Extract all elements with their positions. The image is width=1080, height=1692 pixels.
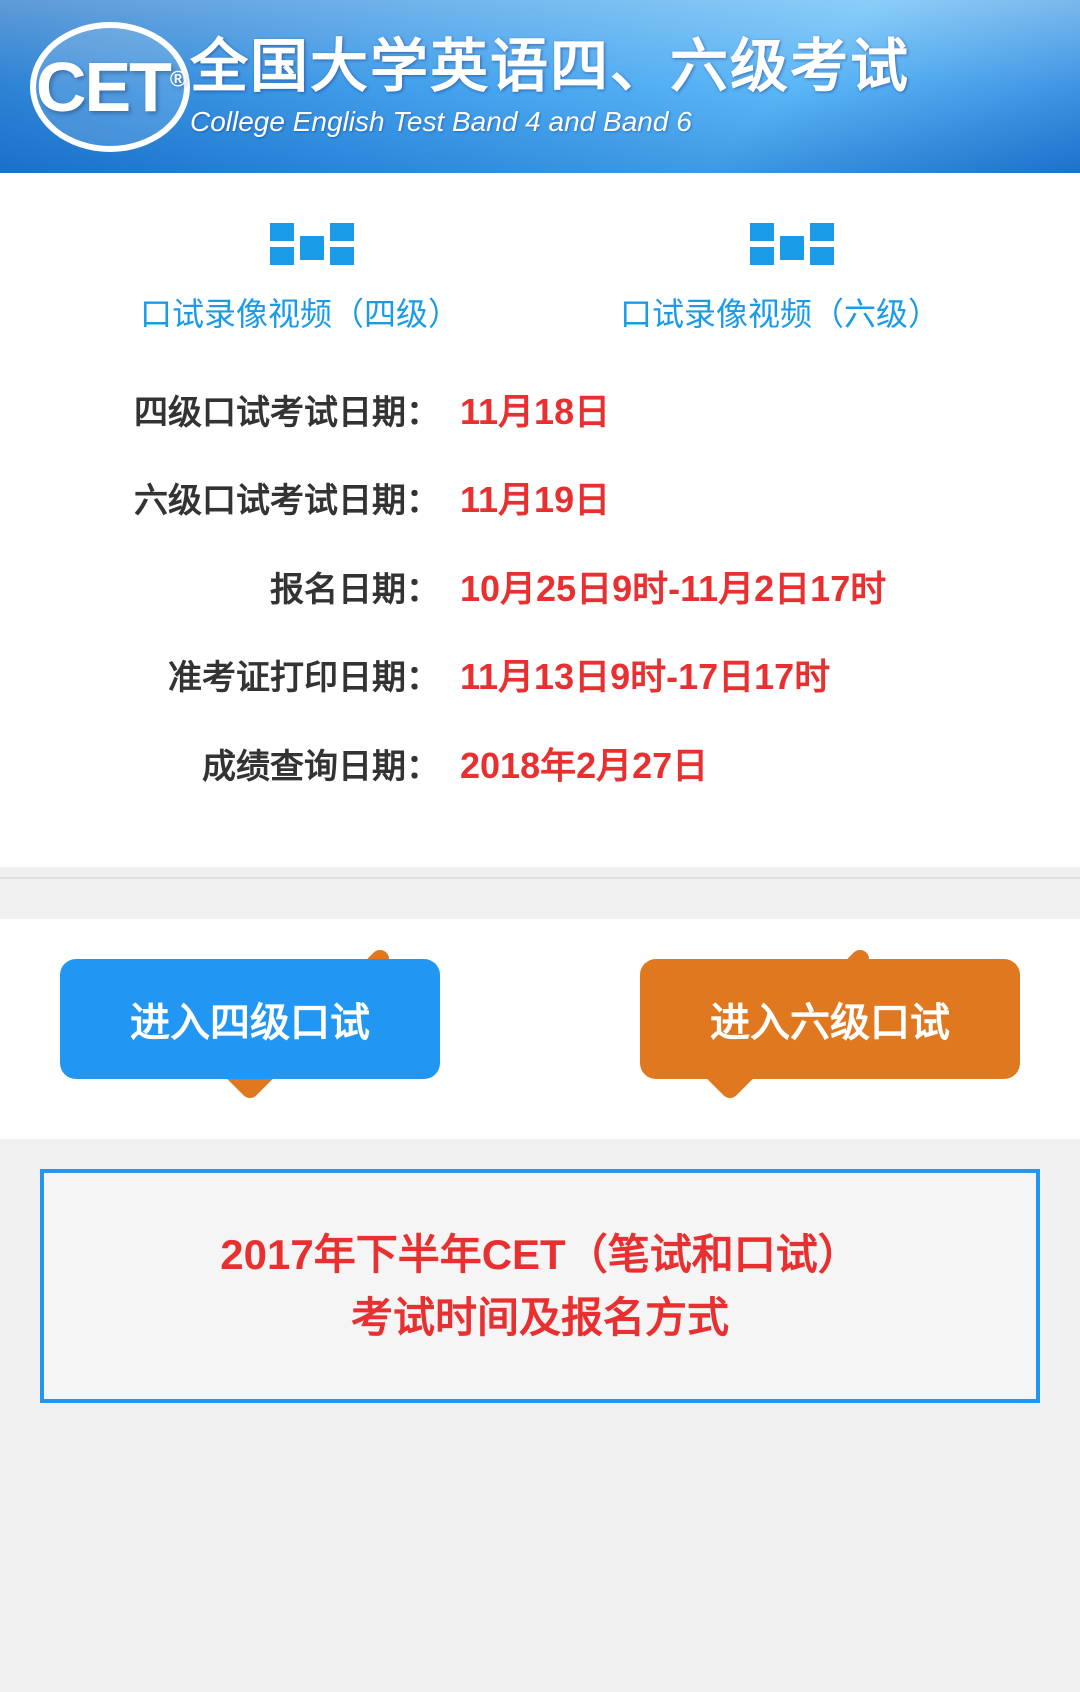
video-links-row: 口试录像视频（四级） 口试录像视频（六级） [60,223,1020,335]
bottom-banner[interactable]: 2017年下半年CET（笔试和口试） 考试时间及报名方式 [40,1169,1040,1403]
band6-date-label: 六级口试考试日期： [60,473,440,522]
icon-square-3 [330,223,354,241]
results-row: 成绩查询日期： 2018年2月27日 [60,739,1020,791]
band6-date-value: 11月19日 [460,475,1020,525]
results-label: 成绩查询日期： [60,739,440,788]
band4-date-value: 11月18日 [460,387,1020,437]
band6-enter-button[interactable]: 进入六级口试 [640,959,1020,1079]
cet-oval: CET® [30,22,190,152]
buttons-section: 进入四级口试 进入六级口试 [0,919,1080,1139]
icon-square-8 [810,247,834,265]
header-cn-title: 全国大学英语四、六级考试 [190,35,910,99]
icon-square-6 [750,247,774,265]
admit-row: 准考证打印日期： 11月13日9时-17日17时 [60,650,1020,702]
registration-value: 10月25日9时-11月2日17时 [460,564,1020,614]
band4-enter-button[interactable]: 进入四级口试 [60,959,440,1079]
info-table: 四级口试考试日期： 11月18日 六级口试考试日期： 11月19日 报名日期： … [60,385,1020,791]
icon-square-7 [810,223,834,241]
video-link-band4-label: 口试录像视频（四级） [140,289,460,335]
video-icon-band6 [750,223,810,273]
icon-square-4 [330,247,354,265]
section-divider [0,877,1080,879]
admit-label: 准考证打印日期： [60,650,440,699]
registration-label: 报名日期： [60,562,440,611]
video-link-band4[interactable]: 口试录像视频（四级） [140,223,460,335]
icon-square-2 [270,247,294,265]
header-banner: CET® 全国大学英语四、六级考试 College English Test B… [0,0,1080,173]
bottom-section: 2017年下半年CET（笔试和口试） 考试时间及报名方式 [0,1139,1080,1433]
cet-abbreviation: CET [36,48,170,126]
band4-date-row: 四级口试考试日期： 11月18日 [60,385,1020,437]
icon-square-tall [300,236,324,260]
icon-square-5 [750,223,774,241]
registered-mark: ® [170,66,184,91]
main-content: 口试录像视频（四级） 口试录像视频（六级） 四级口试考试日期： [0,173,1080,867]
cet-logo-text: CET® [36,47,184,127]
header-en-title: College English Test Band 4 and Band 6 [190,106,910,138]
video-link-band6[interactable]: 口试录像视频（六级） [620,223,940,335]
bottom-banner-line1: 2017年下半年CET（笔试和口试） [84,1223,996,1286]
results-value: 2018年2月27日 [460,741,1020,791]
icon-square-1 [270,223,294,241]
registration-row: 报名日期： 10月25日9时-11月2日17时 [60,562,1020,614]
band6-date-row: 六级口试考试日期： 11月19日 [60,473,1020,525]
bottom-banner-line2: 考试时间及报名方式 [84,1286,996,1349]
page-bottom-space [0,1433,1080,1493]
icon-square-tall-2 [780,236,804,260]
video-icon-band4 [270,223,330,273]
admit-value: 11月13日9时-17日17时 [460,652,1020,702]
header-title-block: 全国大学英语四、六级考试 College English Test Band 4… [190,35,910,139]
cet-logo: CET® [30,22,190,152]
video-link-band6-label: 口试录像视频（六级） [620,289,940,335]
band4-date-label: 四级口试考试日期： [60,385,440,434]
